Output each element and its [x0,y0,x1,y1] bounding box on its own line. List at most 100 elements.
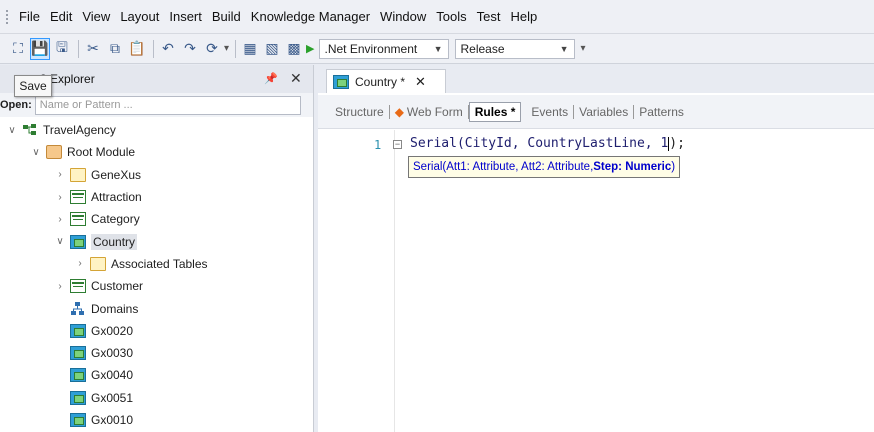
folder-icon [70,167,86,182]
tree-item-gx0051[interactable]: Gx0051 [0,387,314,409]
explorer-tree: ∨ TravelAgency ∨ Root Module › GeneXus ›… [0,119,314,431]
chevron-down-icon: ▼ [559,43,569,54]
tree-item-domains[interactable]: Domains [0,297,314,319]
tree-item-gx0010[interactable]: Gx0010 [0,409,314,431]
menu-insert[interactable]: Insert [164,7,207,27]
transaction-icon [70,234,86,249]
table-icon [70,212,86,227]
tree-item-country[interactable]: ∨ Country [0,230,314,252]
chevron-right-icon[interactable]: › [54,281,66,292]
tree-item-label: Customer [91,279,144,294]
fold-toggle-icon[interactable]: − [393,140,402,149]
tab-structure[interactable]: Structure [330,104,390,119]
tree-item-label: Gx0030 [91,346,134,361]
signature-prefix: Serial(Att1: Attribute, Att2: Attribute, [413,161,594,173]
menu-bar: File Edit View Layout Insert Build Knowl… [0,0,874,34]
history-icon[interactable]: ⟳ [202,38,222,60]
tree-item-root-module[interactable]: ∨ Root Module [0,141,314,163]
webpanel-icon [70,390,86,405]
rebuild-icon[interactable]: ▧ [262,38,282,60]
chevron-down-icon[interactable]: ∨ [30,147,42,158]
line-number: 1 [374,138,382,152]
menu-tools[interactable]: Tools [431,7,471,27]
tab-variables[interactable]: Variables [574,104,635,119]
rules-code-editor[interactable]: 1 − Serial(CityId, CountryLastLine, 1); … [318,130,874,432]
build-icon[interactable]: ▦ [240,38,260,60]
tree-item-label: Category [91,212,140,227]
toolbar-separator [235,39,237,58]
menu-layout[interactable]: Layout [115,7,164,27]
menu-build[interactable]: Build [207,7,246,27]
menu-window[interactable]: Window [375,7,431,27]
save-icon[interactable]: 💾 [30,37,50,60]
code-line[interactable]: Serial(CityId, CountryLastLine, 1); [410,136,685,151]
tree-item-associated-tables[interactable]: › Associated Tables [0,253,314,275]
pin-icon[interactable]: 📌 [264,72,278,85]
configuration-select[interactable]: Release ▼ [454,38,575,59]
module-icon [46,145,62,160]
tree-item-gx0030[interactable]: Gx0030 [0,342,314,364]
toolbar-separator [153,39,154,58]
signature-help-tooltip: Serial(Att1: Attribute, Att2: Attribute,… [408,156,681,178]
tab-events[interactable]: Events [526,104,575,119]
paste-icon[interactable]: 📋 [127,38,147,60]
configuration-value: Release [460,41,505,56]
tree-item-travelagency[interactable]: ∨ TravelAgency [0,119,314,141]
chevron-right-icon[interactable]: › [74,258,86,269]
environment-value: .Net Environment [324,41,418,56]
tree-item-label: Country [91,233,138,250]
redo-icon[interactable]: ↷ [180,38,200,60]
tree-item-label: Gx0010 [91,413,134,427]
undo-icon[interactable]: ↶ [158,38,178,60]
new-object-icon[interactable]: ⛶ [8,38,28,60]
chevron-right-icon[interactable]: › [54,214,66,225]
code-text-before-caret: Serial(CityId, CountryLastLine, 1 [410,136,669,151]
tree-item-gx0020[interactable]: Gx0020 [0,320,314,342]
menu-file[interactable]: File [14,7,45,27]
folder-icon [90,256,106,271]
menu-knowledge-manager[interactable]: Knowledge Manager [246,7,375,27]
cancel-build-icon[interactable]: ▩ [284,38,304,60]
tab-rules[interactable]: Rules * [468,101,522,122]
signature-suffix: ) [671,161,676,173]
tree-item-label: Root Module [67,145,136,160]
menu-edit[interactable]: Edit [45,7,77,27]
chevron-down-icon[interactable]: ∨ [6,125,18,136]
domain-icon [70,301,86,316]
tree-item-customer[interactable]: › Customer [0,275,314,297]
tree-item-genexus[interactable]: › GeneXus [0,164,314,186]
tree-item-category[interactable]: › Category [0,208,314,230]
tree-item-attraction[interactable]: › Attraction [0,186,314,208]
code-text-after-caret: ); [669,136,685,151]
document-tab-country[interactable]: Country * ✕ [326,69,446,93]
toolbar-overflow-icon[interactable]: ▾ [224,43,229,54]
close-icon[interactable]: ✕ [290,70,302,87]
chevron-down-icon[interactable]: ∨ [54,236,66,247]
chevron-right-icon[interactable]: › [54,169,66,180]
copy-icon[interactable]: ⧉ [105,38,125,60]
open-search-input[interactable]: Name or Pattern ... [34,95,301,115]
kb-explorer-panel: 3 Explorer 📌 ✕ Open: Name or Pattern ...… [0,65,314,432]
tab-web-form[interactable]: ◆ Web Form [390,104,469,119]
cut-icon[interactable]: ✂ [83,38,103,60]
environment-select[interactable]: .Net Environment ▼ [318,38,449,59]
tree-item-label: Gx0020 [91,323,134,338]
document-tabstrip: Country * ✕ [318,65,874,93]
menu-view[interactable]: View [77,7,115,27]
menu-grip [6,9,10,24]
tree-item-gx0040[interactable]: Gx0040 [0,364,314,386]
close-icon[interactable]: ✕ [415,74,426,90]
chevron-right-icon[interactable]: › [54,192,66,203]
tree-item-label: GeneXus [91,167,142,182]
toolbar: ⛶ 💾 🖫 ✂ ⧉ 📋 ↶ ↷ ⟳ ▾ ▦ ▧ ▩ ▶ .Net Environ… [0,34,874,64]
webpanel-icon [70,323,86,338]
menu-test[interactable]: Test [472,7,506,27]
toolbar-overflow-icon[interactable]: ▾ [581,43,586,54]
transaction-icon [333,74,349,89]
editor-area: Country * ✕ Structure ◆ Web Form Rules * … [318,65,874,432]
menu-help[interactable]: Help [506,7,543,27]
tree-item-label: Gx0040 [91,368,134,383]
tab-patterns[interactable]: Patterns [634,105,689,119]
run-icon[interactable]: ▶ [306,42,314,55]
save-all-icon[interactable]: 🖫 [52,38,72,60]
